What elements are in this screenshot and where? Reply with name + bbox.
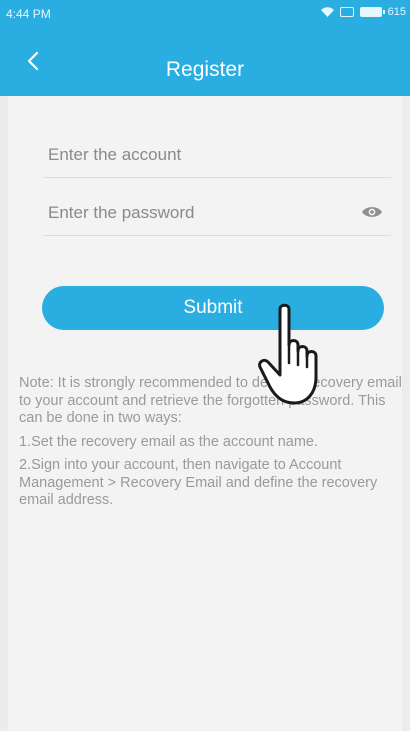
status-icons: 615 (320, 6, 406, 18)
password-field (43, 185, 391, 236)
page-title: Register (165, 58, 245, 81)
battery-percent: 615 (387, 6, 406, 18)
submit-button[interactable]: Submit (42, 286, 384, 330)
note-way-1: 1.Set the recovery email as the account … (19, 433, 319, 450)
title-bar: Register (0, 28, 410, 96)
battery-icon (359, 7, 385, 17)
note-way-2: 2.Sign into your account, then navigate … (19, 457, 378, 508)
register-form-panel: Submit Note: It is strongly recommended … (8, 96, 402, 731)
eye-icon[interactable] (361, 205, 383, 219)
account-field (43, 127, 391, 178)
note-intro: Note: It is strongly recommended to defi… (19, 375, 402, 426)
register-screen: 4:44 PM 615 Register Submit (0, 0, 410, 731)
sim-icon (339, 7, 354, 17)
wifi-icon (320, 7, 334, 17)
status-bar: 4:44 PM 615 (0, 0, 410, 28)
status-time: 4:44 PM (6, 7, 51, 21)
password-input[interactable] (48, 195, 338, 231)
account-input[interactable] (48, 137, 338, 173)
recovery-note: Note: It is strongly recommended to defi… (19, 375, 403, 516)
